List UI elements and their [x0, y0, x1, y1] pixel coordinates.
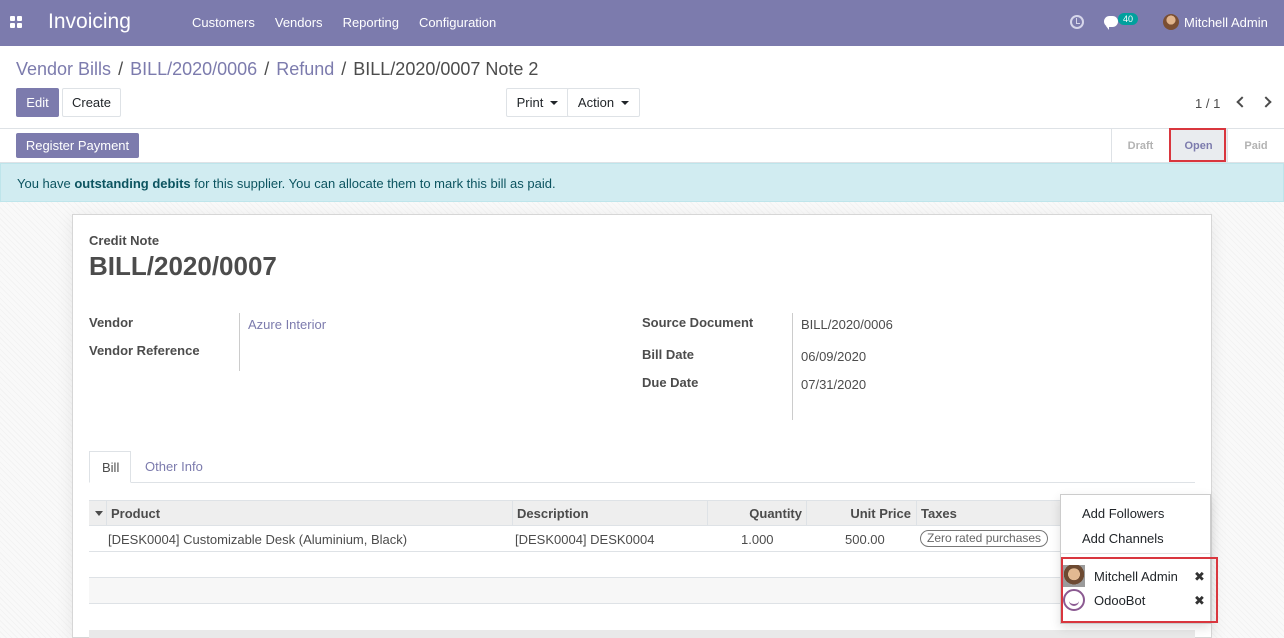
breadcrumb-separator: / [341, 59, 347, 79]
alert-bold: outstanding debits [74, 176, 191, 191]
user-avatar[interactable] [1163, 14, 1179, 30]
action-label: Action [577, 95, 615, 110]
menu-item-vendors[interactable]: Vendors [275, 15, 323, 30]
user-menu-name[interactable]: Mitchell Admin [1184, 15, 1268, 30]
followers-dropdown: Add Followers Add Channels Mitchell Admi… [1060, 494, 1218, 624]
breadcrumb-vendor-bills[interactable]: Vendor Bills [16, 59, 111, 80]
bill-date-label: Bill Date [642, 347, 695, 362]
alert-prefix: You have [17, 176, 75, 191]
source-document-value: BILL/2020/0006 [801, 317, 893, 332]
document-type-label: Credit Note [89, 233, 160, 248]
line-product: [DESK0004] Customizable Desk (Aluminium,… [108, 532, 408, 547]
breadcrumb-separator: / [118, 59, 124, 79]
add-channels-button[interactable]: Add Channels [1082, 531, 1164, 546]
pager-next-icon[interactable] [1260, 96, 1272, 108]
empty-table-row [89, 552, 1195, 578]
action-dropdown-button[interactable]: Action [567, 88, 640, 117]
annotation-highlight-open [1169, 128, 1226, 162]
pager-value[interactable]: 1 / 1 [1195, 96, 1220, 111]
column-taxes[interactable]: Taxes [916, 501, 1056, 525]
dropdown-divider [1061, 553, 1210, 554]
menu-item-customers[interactable]: Customers [192, 15, 255, 30]
breadcrumb-bill-0006[interactable]: BILL/2020/0006 [130, 59, 257, 80]
caret-down-icon [550, 100, 559, 105]
column-quantity[interactable]: Quantity [707, 501, 807, 525]
vendor-value[interactable]: Azure Interior [248, 317, 326, 332]
alert-suffix: for this supplier. You can allocate them… [190, 176, 556, 191]
line-description: [DESK0004] DESK0004 [515, 532, 655, 547]
vendor-reference-label: Vendor Reference [89, 343, 200, 358]
status-step-paid[interactable]: Paid [1227, 129, 1284, 162]
form-sheet: Credit Note BILL/2020/0007 Vendor Vendor… [72, 214, 1212, 638]
breadcrumb-separator: / [264, 59, 270, 79]
due-date-label: Due Date [642, 375, 699, 390]
field-divider [239, 313, 240, 371]
empty-table-row [89, 578, 1195, 604]
form-statusbar: Register Payment Draft Open Paid [0, 128, 1284, 163]
table-row[interactable]: [DESK0004] Customizable Desk (Aluminium,… [89, 526, 1195, 552]
source-document-label: Source Document [642, 315, 754, 330]
invoice-lines-header: Product Description Quantity Unit Price … [89, 500, 1195, 526]
column-description[interactable]: Description [512, 501, 707, 525]
messaging-count-badge: 40 [1118, 13, 1139, 25]
breadcrumb-refund[interactable]: Refund [276, 59, 334, 80]
bill-date-value: 06/09/2020 [801, 349, 867, 364]
add-followers-button[interactable]: Add Followers [1082, 506, 1164, 521]
app-title[interactable]: Invoicing [48, 10, 131, 34]
vendor-label: Vendor [89, 315, 134, 330]
caret-down-icon [621, 100, 630, 105]
line-quantity: 1.000 [741, 532, 774, 547]
print-label: Print [516, 95, 544, 110]
due-date-value: 07/31/2020 [801, 377, 867, 392]
notebook-tabs: Bill Other Info [89, 451, 1195, 483]
column-unit-price[interactable]: Unit Price [806, 501, 916, 525]
edit-button[interactable]: Edit [16, 88, 59, 117]
print-dropdown-button[interactable]: Print [506, 88, 569, 117]
tab-bill[interactable]: Bill [89, 451, 131, 483]
menu-item-configuration[interactable]: Configuration [419, 15, 496, 30]
create-button[interactable]: Create [62, 88, 121, 117]
annotation-highlight-followers [1061, 557, 1218, 623]
main-menu: Customers Vendors Reporting Configuratio… [192, 15, 516, 30]
tab-other-info[interactable]: Other Info [133, 451, 215, 483]
document-name: BILL/2020/0007 [89, 251, 277, 281]
pager-previous-icon[interactable] [1236, 96, 1248, 108]
outstanding-debits-alert: You have outstanding debits for this sup… [0, 163, 1284, 202]
field-divider [792, 313, 793, 420]
messaging-icon[interactable] [1104, 16, 1118, 30]
breadcrumb: Vendor Bills / BILL/2020/0006 / Refund /… [16, 59, 538, 80]
sort-caret-icon[interactable] [95, 511, 103, 516]
control-panel: Vendor Bills / BILL/2020/0006 / Refund /… [0, 46, 1284, 129]
register-payment-button[interactable]: Register Payment [16, 133, 139, 158]
breadcrumb-current: BILL/2020/0007 Note 2 [353, 59, 539, 79]
activity-clock-icon[interactable] [1070, 15, 1084, 29]
status-step-draft[interactable]: Draft [1111, 129, 1169, 162]
apps-menu-icon[interactable] [10, 16, 22, 28]
top-navbar: Invoicing Customers Vendors Reporting Co… [0, 0, 1284, 46]
table-footer [89, 630, 1195, 638]
column-product[interactable]: Product [106, 501, 514, 525]
line-unit-price: 500.00 [845, 532, 885, 547]
menu-item-reporting[interactable]: Reporting [343, 15, 399, 30]
tax-tag: Zero rated purchases [920, 530, 1049, 547]
